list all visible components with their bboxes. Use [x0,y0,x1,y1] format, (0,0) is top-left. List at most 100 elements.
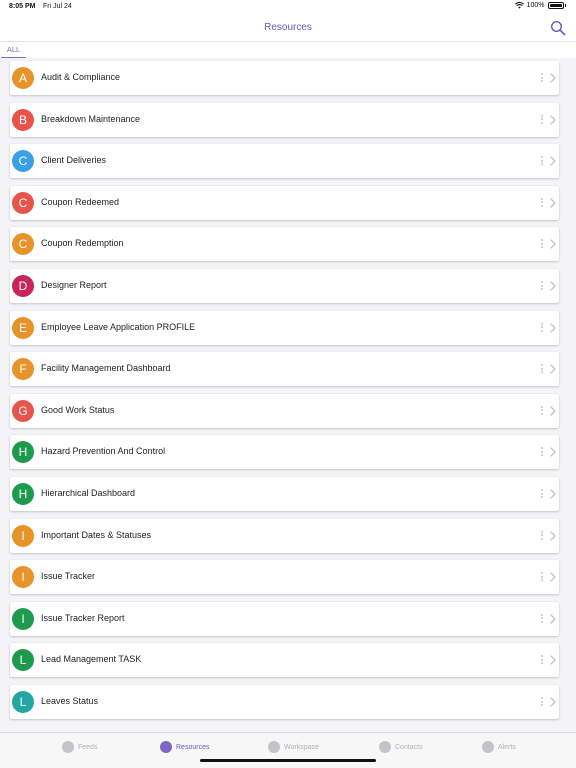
list-item-label: Audit & Compliance [41,72,121,82]
list-item[interactable]: E Employee Leave Application PROFILE [10,310,559,345]
chevron-right-icon[interactable] [549,321,557,335]
list-item-label: Client Deliveries [41,155,107,166]
battery-percent: 100% [526,2,545,9]
home-indicator [200,759,376,762]
chevron-right-icon[interactable] [549,404,557,418]
avatar: C [12,150,34,173]
chevron-right-icon[interactable] [549,71,557,85]
alerts-icon [482,741,494,753]
list-item[interactable]: A Audit & Compliance [10,61,559,95]
more-options-icon[interactable] [539,322,545,334]
avatar: I [12,607,34,630]
tab-workspace[interactable]: Workspace [268,740,319,754]
list-item-label: Breakdown Maintenance [41,113,141,124]
chevron-right-icon[interactable] [549,154,557,168]
chevron-right-icon[interactable] [549,653,557,667]
page-title: Resources [264,22,312,33]
status-bar: 8:05 PM Fri Jul 24 100% [0,0,576,14]
more-options-icon[interactable] [539,530,545,542]
list-item[interactable]: G Good Work Status [10,393,559,428]
list-item-label: Employee Leave Application PROFILE [41,321,196,332]
list-item-label: Issue Tracker [41,571,96,582]
chevron-right-icon[interactable] [549,612,557,626]
tab-bar: Feeds Resources Workspace Contacts Alerts [0,732,576,768]
list-item[interactable]: B Breakdown Maintenance [10,102,559,137]
avatar: B [12,108,34,131]
list-item-label: Issue Tracker Report [41,612,125,623]
tab-label: Alerts [498,743,516,751]
list-item-label: Hierarchical Dashboard [41,488,136,498]
avatar: L [12,691,34,713]
nav-bar: Resources [0,14,576,42]
list-item[interactable]: L Leaves Status [10,685,559,719]
list-item[interactable]: I Issue Tracker [10,560,559,595]
avatar: H [12,441,34,464]
more-options-icon[interactable] [539,446,545,458]
more-options-icon[interactable] [539,114,545,126]
list-item-label: Good Work Status [41,404,115,415]
chevron-right-icon[interactable] [549,237,557,251]
more-options-icon[interactable] [539,654,545,666]
avatar: I [12,566,34,589]
tab-label: Feeds [78,743,98,751]
workspace-icon [268,741,280,753]
list-item[interactable]: C Coupon Redeemed [10,185,559,220]
list-item[interactable]: H Hierarchical Dashboard [10,477,559,511]
list-item-label: Important Dates & Statuses [41,529,152,540]
more-options-icon[interactable] [539,613,545,625]
chevron-right-icon[interactable] [549,529,557,543]
avatar: H [12,483,34,505]
chevron-right-icon[interactable] [549,113,557,127]
list-item[interactable]: L Lead Management TASK [10,643,559,678]
list-item-label: Leaves Status [41,696,99,706]
more-options-icon[interactable] [539,197,545,209]
list-item-label: Coupon Redeemed [41,196,120,207]
more-options-icon[interactable] [539,280,545,292]
chevron-right-icon[interactable] [549,196,557,210]
search-icon[interactable] [550,20,566,36]
avatar: C [12,191,34,214]
list-item[interactable]: D Designer Report [10,269,559,303]
chevron-right-icon[interactable] [549,695,557,709]
chevron-right-icon[interactable] [549,445,557,459]
list-item[interactable]: H Hazard Prevention And Control [10,435,559,470]
tab-alerts[interactable]: Alerts [482,740,516,754]
list-item[interactable]: C Client Deliveries [10,144,559,179]
tab-contacts[interactable]: Contacts [379,740,423,754]
list-item[interactable]: I Issue Tracker Report [10,601,559,636]
more-options-icon[interactable] [539,405,545,417]
chevron-right-icon[interactable] [549,279,557,293]
more-options-icon[interactable] [539,72,545,84]
avatar: I [12,524,34,547]
list-item[interactable]: I Important Dates & Statuses [10,518,559,553]
chevron-right-icon[interactable] [549,362,557,376]
filter-bar: ALL [0,42,576,58]
more-options-icon[interactable] [539,571,545,583]
chevron-right-icon[interactable] [549,487,557,501]
avatar: G [12,399,34,422]
status-date: Fri Jul 24 [43,3,72,10]
more-options-icon[interactable] [539,238,545,250]
tab-label: Workspace [284,743,319,751]
wifi-icon [514,2,524,9]
more-options-icon[interactable] [539,696,545,708]
battery-icon [547,2,564,9]
list-item[interactable]: F Facility Management Dashboard [10,352,559,387]
more-options-icon[interactable] [539,155,545,167]
status-time: 8:05 PM [9,3,36,10]
tab-feeds[interactable]: Feeds [62,740,97,754]
more-options-icon[interactable] [539,363,545,375]
status-right: 100% [514,2,566,9]
avatar: L [12,649,34,672]
chevron-right-icon[interactable] [549,570,557,584]
resources-icon [160,741,172,753]
tab-label: Contacts [395,743,423,751]
more-options-icon[interactable] [539,488,545,500]
resource-list: A Audit & Compliance B Breakdown Maintenanc… [0,58,576,732]
tab-resources[interactable]: Resources [160,740,209,754]
avatar: F [12,358,34,381]
feeds-icon [62,741,74,753]
list-item[interactable]: C Coupon Redemption [10,227,559,262]
filter-tab-all[interactable]: ALL [1,45,26,58]
battery-tip [564,4,566,7]
